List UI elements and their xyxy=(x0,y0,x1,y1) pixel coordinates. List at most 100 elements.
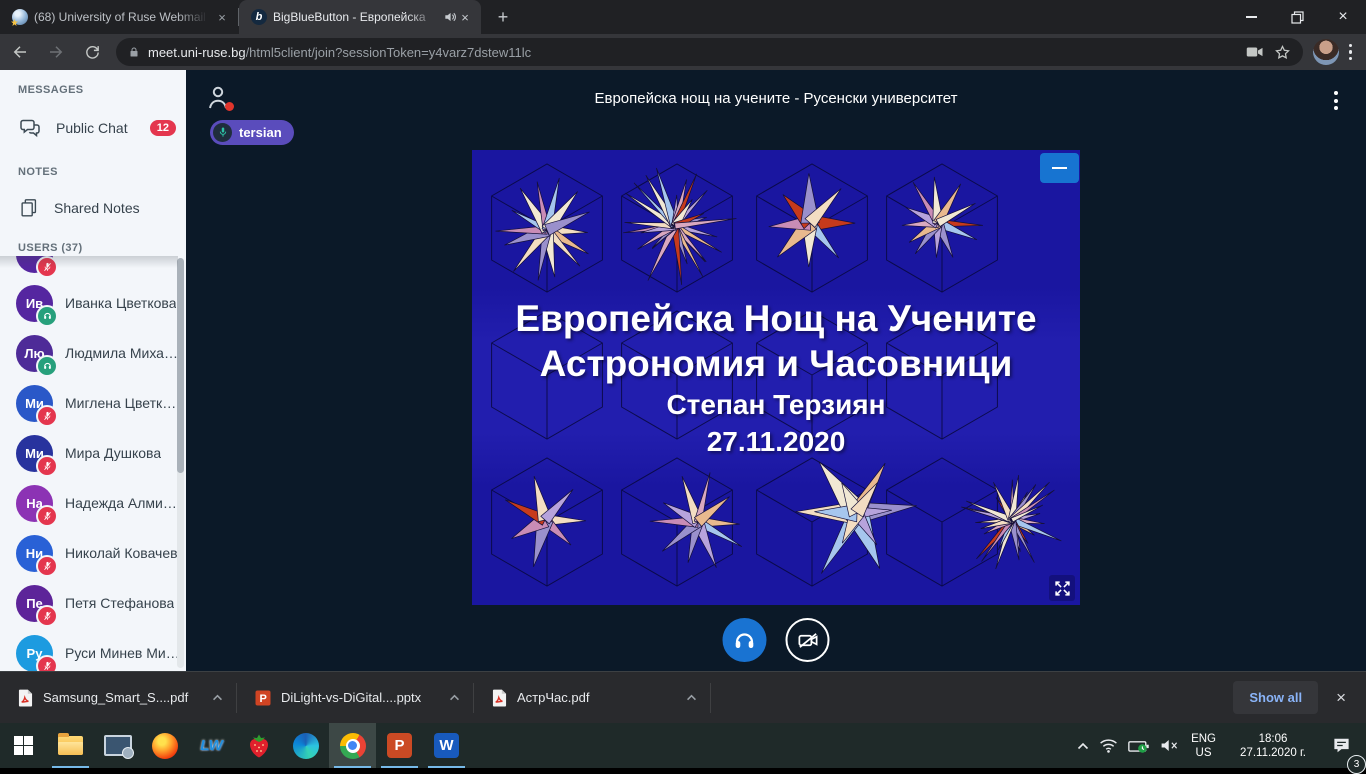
user-list-item[interactable]: На Надежда Алмише... xyxy=(0,478,186,528)
battery-vpn-icon[interactable] xyxy=(1123,723,1155,768)
user-name: Надежда Алмише... xyxy=(65,495,183,511)
bookmark-star-icon[interactable] xyxy=(1274,44,1291,61)
action-bar xyxy=(723,618,830,662)
tab-audio-icon[interactable] xyxy=(443,10,457,24)
download-chevron-icon[interactable] xyxy=(204,685,230,711)
taskbar-file-explorer[interactable] xyxy=(47,723,94,768)
user-list-item[interactable]: Ив Иванка Цветкова xyxy=(0,278,186,328)
downloads-items: P Samsung_Smart_S....pdf P DiLight-vs-Di… xyxy=(0,672,711,723)
media-camera-icon[interactable] xyxy=(1246,45,1264,59)
download-item[interactable]: P DiLight-vs-DiGital....pptx xyxy=(237,672,473,723)
muted-badge-icon xyxy=(36,405,58,427)
webcam-off-icon xyxy=(796,629,819,652)
back-button[interactable] xyxy=(4,36,36,68)
pdf-file-icon xyxy=(492,689,507,707)
lock-icon[interactable] xyxy=(128,45,140,59)
download-item[interactable]: P Samsung_Smart_S....pdf xyxy=(0,672,236,723)
sidebar-item-public-chat[interactable]: Public Chat 12 xyxy=(12,110,176,146)
scrollbar-thumb[interactable] xyxy=(177,258,184,473)
taskbar-edge[interactable] xyxy=(282,723,329,768)
meeting-title: Европейска нощ на учените - Русенски уни… xyxy=(186,90,1366,107)
show-all-downloads-button[interactable]: Show all xyxy=(1233,681,1318,714)
user-list-item[interactable]: Пе Петя Стефанова xyxy=(0,578,186,628)
talker-name: tersian xyxy=(239,125,282,140)
taskbar-word[interactable]: W xyxy=(423,723,470,768)
download-chevron-icon[interactable] xyxy=(441,685,467,711)
volume-muted-icon[interactable] xyxy=(1155,723,1184,768)
keyboard-layout: US xyxy=(1191,746,1216,760)
taskbar-firefox[interactable] xyxy=(141,723,188,768)
powerpoint-icon: P xyxy=(387,733,412,758)
start-button[interactable] xyxy=(0,723,47,768)
tab-bbb-close-icon[interactable]: × xyxy=(457,9,473,25)
window-minimize-button[interactable] xyxy=(1228,0,1274,34)
muted-badge-icon xyxy=(36,655,58,672)
user-list-item[interactable]: Ру Руси Минев Минев xyxy=(0,628,186,671)
muted-badge-icon xyxy=(36,505,58,527)
strawberry-icon xyxy=(247,733,271,759)
talking-indicator[interactable]: tersian xyxy=(210,120,294,145)
mic-icon xyxy=(213,123,232,142)
new-tab-button[interactable]: + xyxy=(489,3,517,31)
tab-webmail-close-icon[interactable]: × xyxy=(214,9,230,25)
tray-time: 18:06 xyxy=(1230,732,1316,746)
shared-notes-label: Shared Notes xyxy=(54,200,140,216)
edge-icon xyxy=(293,733,319,759)
taskbar-strawberry-app[interactable] xyxy=(235,723,282,768)
user-list-scrollbar[interactable] xyxy=(177,258,184,668)
user-list[interactable]: Ив Иванка Цветкова Лю Людмила Михайл... … xyxy=(0,256,186,671)
taskbar-powerpoint[interactable]: P xyxy=(376,723,423,768)
fullscreen-button[interactable] xyxy=(1049,575,1075,601)
presentation-slide[interactable]: Европейска Нощ на Учените Астрономия и Ч… xyxy=(472,150,1080,605)
slide-title-line1: Европейска Нощ на Учените xyxy=(472,296,1080,341)
windows-taskbar: LW P W ENG US 18:06 27.11.2020 г. xyxy=(0,723,1366,768)
user-list-item[interactable]: Ми Миглена Цветкова xyxy=(0,378,186,428)
tab-webmail[interactable]: (68) University of Ruse Webmail : × xyxy=(0,0,238,34)
tray-date: 27.11.2020 г. xyxy=(1230,746,1316,760)
notification-count-badge: 3 xyxy=(1347,755,1366,774)
windows-logo-icon xyxy=(14,736,34,756)
download-item[interactable]: P АстрЧас.pdf xyxy=(474,672,710,723)
muted-badge-icon xyxy=(36,605,58,627)
download-chevron-icon[interactable] xyxy=(678,685,704,711)
minimize-presentation-button[interactable] xyxy=(1040,153,1079,183)
bbb-main-area: tersian Европейска нощ на учените - Русе… xyxy=(186,70,1366,671)
ppt-file-icon: P xyxy=(255,690,271,706)
user-list-item[interactable]: Ми Мира Душкова xyxy=(0,428,186,478)
bbb-favicon-icon: b xyxy=(251,9,267,25)
window-close-button[interactable]: × xyxy=(1320,0,1366,34)
forward-button[interactable] xyxy=(40,36,72,68)
action-center-icon[interactable]: 3 xyxy=(1327,723,1356,768)
user-list-item[interactable]: Лю Людмила Михайл... xyxy=(0,328,186,378)
taskbar-lw-app[interactable]: LW xyxy=(188,723,235,768)
url-host: meet.uni-ruse.bg xyxy=(148,45,246,60)
share-webcam-button[interactable] xyxy=(786,618,830,662)
sidebar-item-shared-notes[interactable]: Shared Notes xyxy=(12,190,176,226)
messages-header: MESSAGES xyxy=(18,84,84,96)
tray-chevron-icon[interactable] xyxy=(1072,723,1094,768)
downloads-close-icon[interactable]: × xyxy=(1336,688,1346,708)
browser-menu-icon[interactable] xyxy=(1349,44,1353,61)
options-menu-icon[interactable] xyxy=(1330,87,1342,114)
taskbar-chrome[interactable] xyxy=(329,723,376,768)
slide-author: Степан Терзиян xyxy=(472,386,1080,423)
notes-icon xyxy=(18,196,40,220)
url-omnibox[interactable]: meet.uni-ruse.bg /html5client/join?sessi… xyxy=(116,38,1303,66)
user-list-item[interactable]: Ни Николай Ковачев xyxy=(0,528,186,578)
wifi-icon[interactable] xyxy=(1094,723,1123,768)
clock[interactable]: 18:06 27.11.2020 г. xyxy=(1223,732,1323,760)
reload-button[interactable] xyxy=(76,36,108,68)
taskbar-remote-desktop[interactable] xyxy=(94,723,141,768)
tab-bigbluebutton[interactable]: b BigBlueButton - Европейска × xyxy=(239,0,481,34)
user-name: Руси Минев Минев xyxy=(65,645,183,661)
slide-date: 27.11.2020 xyxy=(472,423,1080,460)
tab-bbb-title: BigBlueButton - Европейска xyxy=(273,10,437,24)
download-separator xyxy=(710,683,711,713)
muted-badge-icon xyxy=(36,455,58,477)
language-indicator[interactable]: ENG US xyxy=(1184,732,1223,760)
profile-avatar[interactable] xyxy=(1313,39,1339,65)
lw-icon: LW xyxy=(200,737,223,754)
window-restore-button[interactable] xyxy=(1274,0,1320,34)
join-audio-button[interactable] xyxy=(723,618,767,662)
notes-header: NOTES xyxy=(18,166,58,178)
